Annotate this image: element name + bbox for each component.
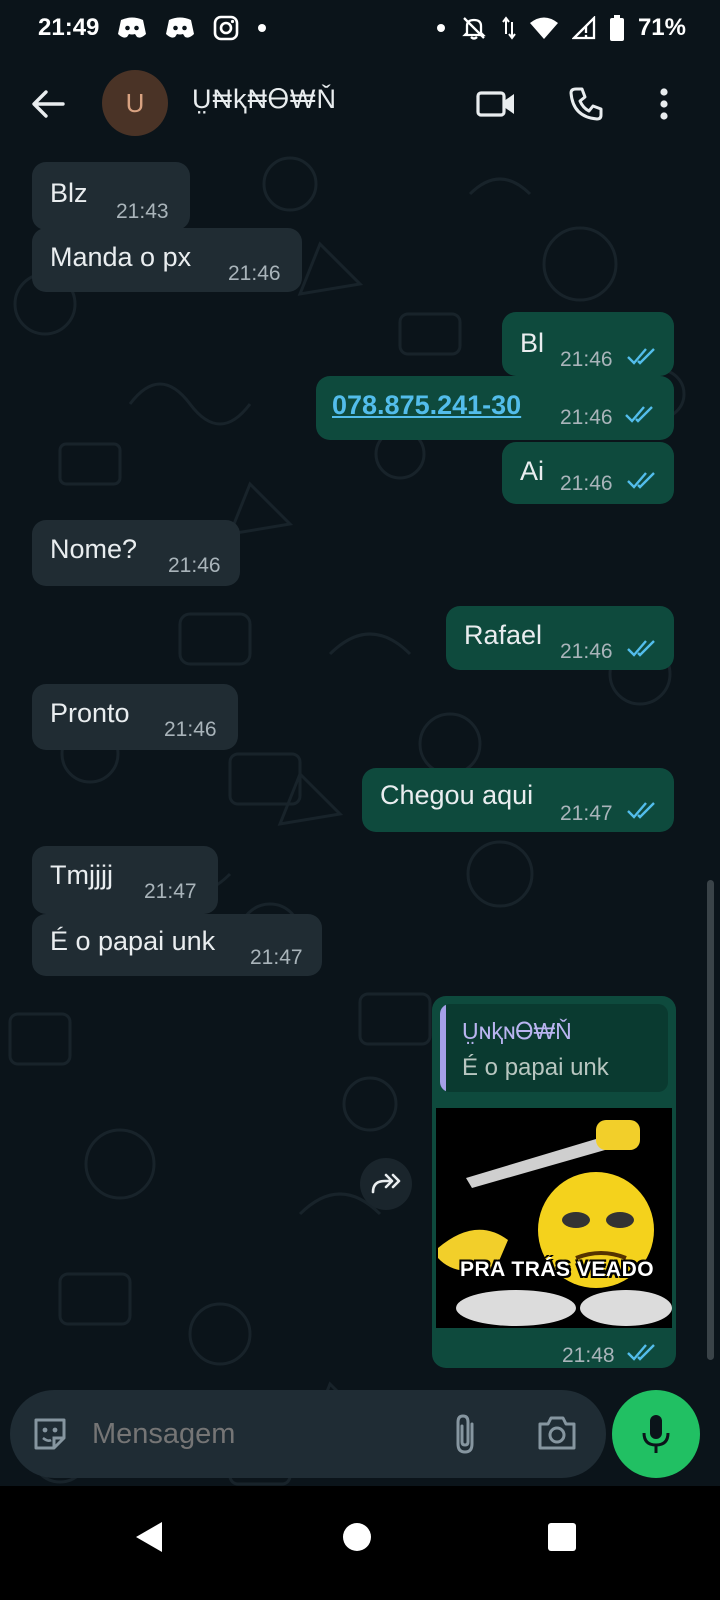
read-ticks-icon (627, 640, 655, 657)
forward-button[interactable] (360, 1158, 412, 1210)
sticker-caption: PRA TRÁS VEADO (460, 1258, 655, 1281)
read-ticks-icon (627, 1344, 655, 1361)
avatar[interactable]: U (102, 70, 168, 136)
system-nav-bar (0, 1486, 720, 1600)
message-time: 21:46 (560, 472, 613, 495)
wifi-icon (529, 16, 558, 40)
attach-icon[interactable] (450, 1412, 480, 1461)
quote-accent-bar (440, 1004, 446, 1092)
message-time: 21:46 (168, 554, 221, 577)
message-text: Bl (520, 328, 545, 358)
back-arrow-icon[interactable] (24, 80, 72, 128)
sticker-icon[interactable] (30, 1414, 70, 1459)
mic-icon (642, 1415, 670, 1453)
nav-recents-icon[interactable] (548, 1523, 576, 1556)
read-ticks-icon (627, 348, 655, 365)
message-bubble-outgoing[interactable]: 078.875.241-30 21:46 (316, 376, 674, 440)
message-time: 21:46 (560, 640, 613, 663)
camera-icon[interactable] (536, 1414, 578, 1457)
message-bubble-incoming[interactable]: Nome? 21:46 (32, 520, 240, 586)
message-time: 21:48 (562, 1344, 615, 1367)
message-time: 21:47 (560, 802, 613, 825)
contact-name[interactable]: Ṳ₦ⱪ₦Ꮎ₩Ň (192, 84, 337, 116)
battery-percent: 71% (637, 14, 686, 41)
message-text: Blz (50, 178, 88, 208)
scrollbar[interactable] (707, 880, 714, 1360)
quoted-message[interactable]: ṲɴⱪɴᎾ₩Ň É o papai unk (440, 1004, 668, 1092)
status-bar: 21:49 71% (0, 0, 720, 56)
message-text: Ai (520, 456, 545, 486)
message-bubble-incoming[interactable]: Tmjjjj 21:47 (32, 846, 218, 914)
sticker-message-outgoing[interactable]: ṲɴⱪɴᎾ₩Ň É o papai unk PRA TRÁS VEADO 21:… (432, 996, 676, 1368)
nav-back-icon[interactable] (134, 1520, 164, 1559)
data-arrows-icon (502, 16, 516, 40)
nav-home-icon[interactable] (342, 1522, 372, 1557)
message-time: 21:46 (164, 718, 217, 741)
message-text: É o papai unk (50, 926, 216, 956)
message-text: Rafael (464, 620, 543, 650)
read-ticks-icon (625, 406, 653, 423)
message-bubble-incoming[interactable]: Manda o px 21:46 (32, 228, 302, 292)
read-ticks-icon (627, 802, 655, 819)
message-text: Tmjjjj (50, 860, 113, 890)
message-bubble-incoming[interactable]: É o papai unk 21:47 (32, 914, 322, 976)
phone-call-icon[interactable] (560, 78, 612, 130)
message-time: 21:43 (116, 200, 169, 223)
sticker-image[interactable]: PRA TRÁS VEADO (436, 1108, 672, 1328)
quoted-text: É o papai unk (462, 1054, 609, 1081)
instagram-icon (213, 15, 239, 41)
message-text: Chegou aqui (380, 780, 534, 810)
status-time: 21:49 (38, 14, 100, 41)
message-time: 21:46 (560, 348, 613, 371)
message-composer[interactable] (10, 1390, 606, 1478)
message-bubble-outgoing[interactable]: Ai 21:46 (502, 442, 674, 504)
message-bubble-incoming[interactable]: Blz 21:43 (32, 162, 190, 230)
message-input[interactable] (80, 1408, 444, 1460)
read-ticks-icon (627, 472, 655, 489)
mute-icon (460, 14, 488, 42)
forward-icon (371, 1173, 401, 1194)
discord-icon (117, 16, 147, 40)
signal-icon (571, 16, 596, 40)
message-time: 21:46 (560, 406, 613, 429)
message-time: 21:47 (250, 946, 303, 969)
message-text: Nome? (50, 534, 138, 564)
battery-icon (609, 15, 624, 41)
quoted-author: ṲɴⱪɴᎾ₩Ň (462, 1018, 572, 1044)
message-bubble-outgoing[interactable]: Rafael 21:46 (446, 606, 674, 670)
message-bubble-outgoing[interactable]: Chegou aqui 21:47 (362, 768, 674, 832)
discord-icon (165, 16, 195, 40)
chat-header: U Ṳ₦ⱪ₦Ꮎ₩Ň (0, 56, 720, 154)
message-time: 21:46 (228, 262, 281, 285)
video-call-icon[interactable] (470, 78, 522, 130)
message-text: Manda o px (50, 242, 192, 272)
message-bubble-incoming[interactable]: Pronto 21:46 (32, 684, 238, 750)
more-vert-icon[interactable] (638, 78, 690, 130)
message-bubble-outgoing[interactable]: Bl 21:46 (502, 312, 674, 376)
dot-icon (436, 23, 446, 33)
phone-link[interactable]: 078.875.241-30 (332, 390, 521, 421)
chat-area[interactable]: Blz 21:43 Manda o px 21:46 Bl 21:46 078.… (0, 154, 720, 1514)
message-text: Pronto (50, 698, 130, 728)
mic-button[interactable] (612, 1390, 700, 1478)
dot-icon (257, 23, 267, 33)
message-time: 21:47 (144, 880, 197, 903)
